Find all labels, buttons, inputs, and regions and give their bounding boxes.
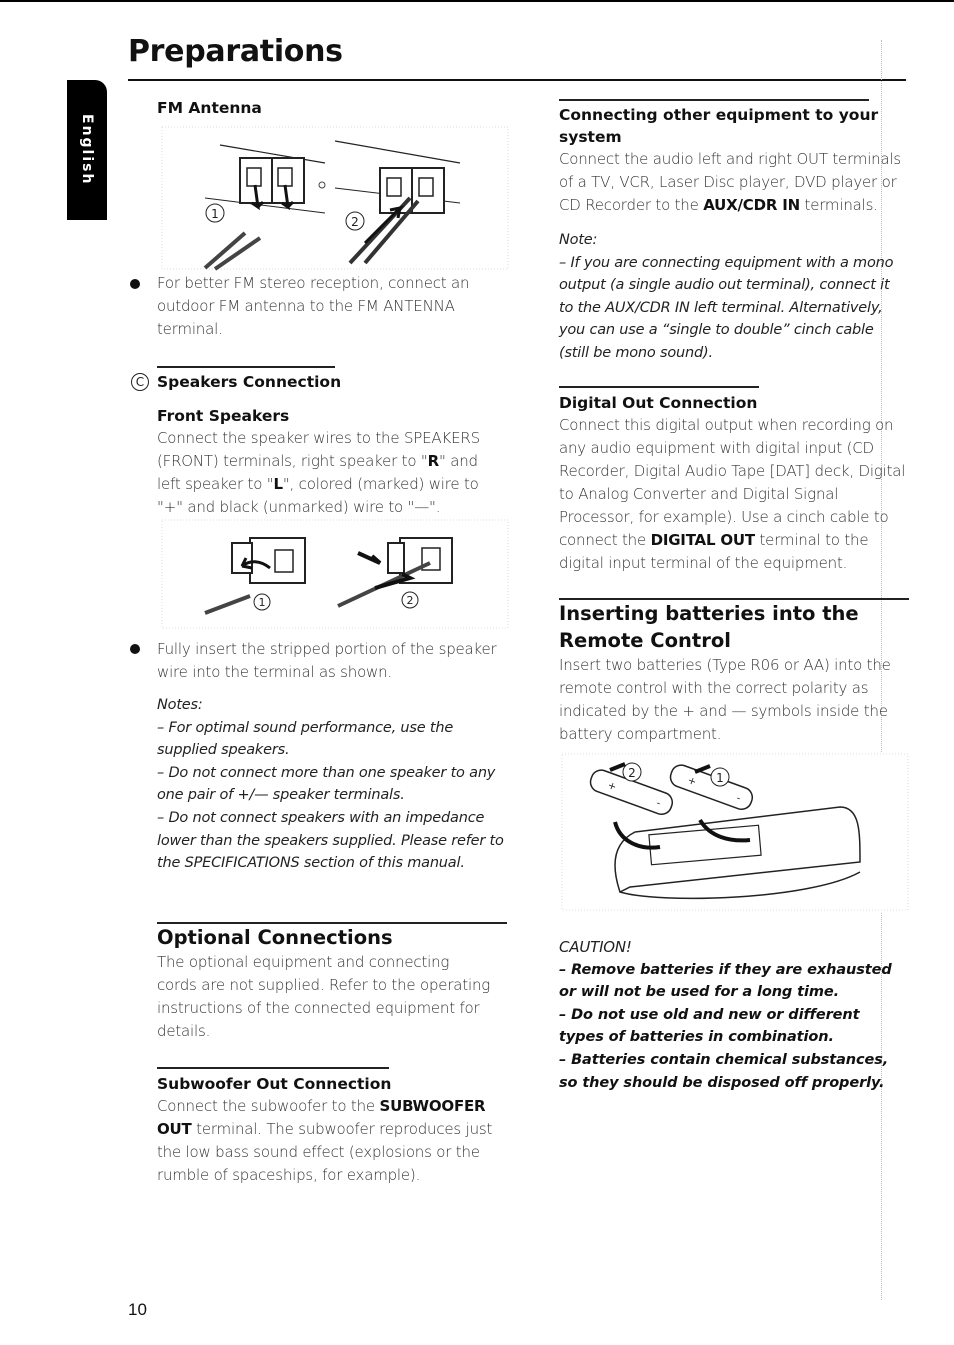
remote-battery-illustration: + - + - 2 1	[561, 753, 909, 911]
fm-antenna-section: FM Antenna	[157, 97, 507, 119]
title-underline	[128, 79, 906, 81]
bullet-dot	[130, 644, 140, 654]
speaker-wire-tip: Fully insert the stripped portion of the…	[157, 638, 507, 875]
section-marker-c: C	[131, 373, 149, 391]
body-text: Connect the subwoofer to the	[157, 1097, 380, 1115]
section-divider	[157, 1067, 389, 1069]
language-tab: English	[67, 80, 107, 220]
caution-label: CAUTION!	[559, 938, 632, 956]
body-text: Connect this digital output when recordi…	[559, 416, 906, 549]
caution-item: – Remove batteries if they are exhausted…	[559, 961, 892, 1001]
note-label: Note:	[559, 232, 598, 248]
caution-section: CAUTION! – Remove batteries if they are …	[559, 936, 909, 1094]
other-equipment-body: Connect the audio left and right OUT ter…	[559, 148, 909, 217]
note-item: – Do not connect speakers with an impeda…	[157, 809, 504, 872]
speakers-section: Speakers Connection Front Speakers Conne…	[157, 371, 507, 519]
subwoofer-section: Subwoofer Out Connection Connect the sub…	[157, 1073, 507, 1187]
other-equipment-heading: Connecting other equipment to your syste…	[559, 106, 879, 146]
step-1-label: 1	[259, 596, 266, 609]
body-text: terminals.	[799, 196, 878, 214]
digital-out-heading: Digital Out Connection	[559, 394, 758, 412]
page-number: 10	[128, 1300, 147, 1319]
bullet-dot	[130, 279, 140, 289]
fm-antenna-tip: For better FM stereo reception, connect …	[157, 272, 487, 341]
fm-antenna-illustration: 1 2	[160, 123, 510, 273]
digital-out-body: Connect this digital output when recordi…	[559, 414, 909, 575]
digital-out-term: DIGITAL OUT	[650, 531, 756, 549]
optional-connections-heading: Optional Connections	[157, 926, 393, 949]
batteries-heading: Inserting batteries into the Remote Cont…	[559, 602, 859, 652]
caution-item: – Do not use old and new or different ty…	[559, 1006, 860, 1046]
optional-connections-body: The optional equipment and connecting co…	[157, 953, 491, 1040]
note-item: – Do not connect more than one speaker t…	[157, 764, 496, 804]
fm-antenna-heading: FM Antenna	[157, 99, 262, 117]
body-bold-l: L	[273, 475, 283, 493]
section-divider	[157, 366, 335, 368]
notes-label: Notes:	[157, 697, 203, 713]
body-text: terminal. The subwoofer reproduces just …	[157, 1120, 493, 1184]
optional-connections-section: Optional Connections The optional equipm…	[157, 924, 507, 1043]
front-speakers-body: Connect the speaker wires to the SPEAKER…	[157, 427, 502, 519]
section-divider	[559, 99, 869, 101]
digital-out-section: Digital Out Connection Connect this digi…	[559, 392, 909, 575]
step-1-label: 1	[211, 207, 219, 221]
step-1-label: 1	[716, 771, 724, 785]
subwoofer-body: Connect the subwoofer to the SUBWOOFER O…	[157, 1095, 507, 1187]
speakers-figure: 1 2	[160, 518, 510, 630]
step-2-label: 2	[351, 215, 359, 229]
batteries-section: Inserting batteries into the Remote Cont…	[559, 600, 909, 746]
body-bold-r: R	[427, 452, 440, 470]
speaker-terminal-illustration: 1 2	[161, 519, 509, 629]
speakers-heading: Speakers Connection	[157, 373, 342, 391]
note-item: – For optimal sound performance, use the…	[157, 719, 454, 759]
other-equipment-section: Connecting other equipment to your syste…	[559, 104, 909, 365]
step-2-label: 2	[628, 766, 636, 780]
batteries-body: Insert two batteries (Type R06 or AA) in…	[559, 656, 891, 743]
language-tab-label: English	[79, 114, 95, 186]
subwoofer-heading: Subwoofer Out Connection	[157, 1075, 392, 1093]
top-border-rule	[0, 0, 954, 2]
caution-item: – Batteries contain chemical substances,…	[559, 1051, 889, 1091]
step-2-label: 2	[407, 594, 414, 607]
speaker-wire-tip-text: Fully insert the stripped portion of the…	[157, 640, 497, 681]
fm-antenna-tip-text: For better FM stereo reception, connect …	[157, 274, 470, 338]
batteries-figure: + - + - 2 1	[560, 752, 910, 912]
front-speakers-subheading: Front Speakers	[157, 407, 290, 425]
fm-antenna-figure: 1 2	[160, 123, 510, 273]
note-item: – If you are connecting equipment with a…	[559, 254, 894, 361]
section-divider	[559, 386, 759, 388]
page-title: Preparations	[128, 34, 343, 69]
aux-cdr-in-term: AUX/CDR IN	[703, 196, 800, 214]
